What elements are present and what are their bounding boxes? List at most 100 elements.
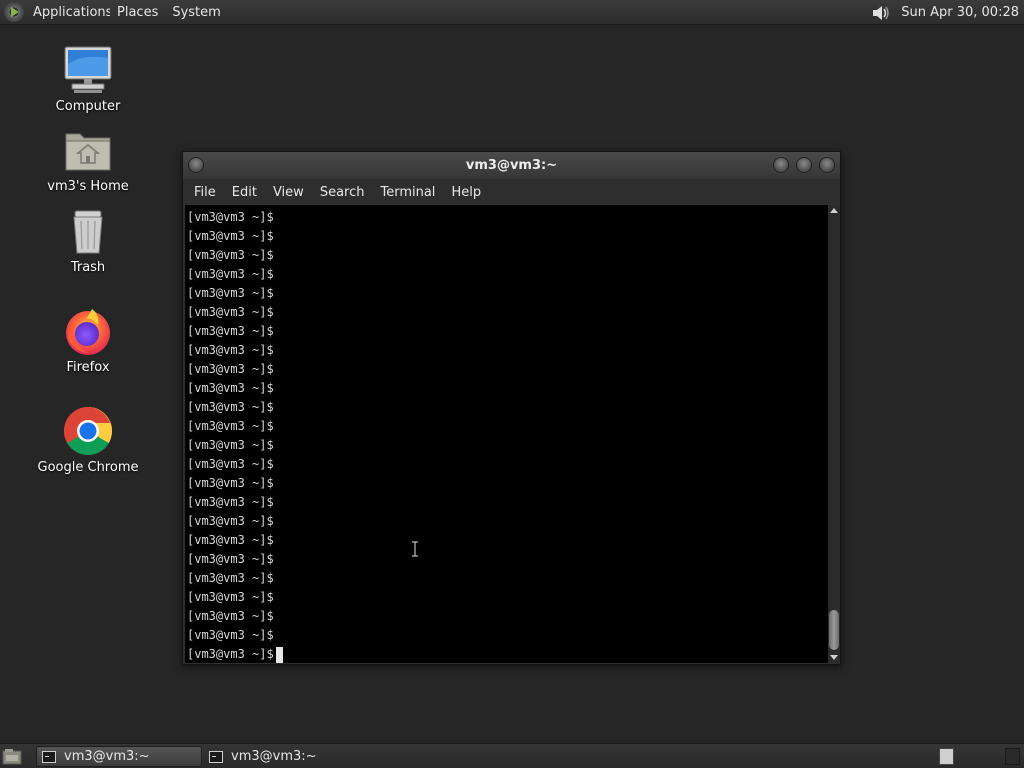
clock[interactable]: Sun Apr 30, 00:28 [901, 5, 1024, 20]
scroll-thumb[interactable] [829, 610, 839, 650]
terminal-line: [vm3@vm3 ~]$ [187, 303, 828, 322]
workspace-1[interactable] [939, 748, 954, 765]
terminal-prompt: [vm3@vm3 ~]$ [187, 647, 274, 661]
terminal-prompt: [vm3@vm3 ~]$ [187, 400, 274, 414]
top-panel: Applications Places System Sun Apr 30, 0… [0, 0, 1024, 25]
terminal-prompt: [vm3@vm3 ~]$ [187, 210, 274, 224]
desktop-icon-firefox[interactable]: Firefox [28, 305, 148, 375]
terminal-line: [vm3@vm3 ~]$ [187, 379, 828, 398]
terminal-line: [vm3@vm3 ~]$ [187, 607, 828, 626]
scroll-down-icon[interactable] [830, 655, 838, 660]
scroll-up-icon[interactable] [830, 208, 838, 213]
applications-logo-icon [4, 2, 24, 22]
trash-icon [73, 210, 103, 254]
terminal-line: [vm3@vm3 ~]$ [187, 645, 828, 663]
firefox-icon [66, 309, 110, 355]
terminal-prompt: [vm3@vm3 ~]$ [187, 381, 274, 395]
desktop-icon-label: Google Chrome [37, 460, 139, 475]
terminal-titlebar[interactable]: vm3@vm3:~ [183, 152, 840, 179]
terminal-line: [vm3@vm3 ~]$ [187, 265, 828, 284]
desktop-icon-trash[interactable]: Trash [28, 207, 148, 275]
terminal-prompt: [vm3@vm3 ~]$ [187, 609, 274, 623]
terminal-line: [vm3@vm3 ~]$ [187, 227, 828, 246]
terminal-prompt: [vm3@vm3 ~]$ [187, 495, 274, 509]
terminal-line: [vm3@vm3 ~]$ [187, 398, 828, 417]
desktop-icon-label: vm3's Home [47, 179, 129, 194]
terminal-line: [vm3@vm3 ~]$ [187, 588, 828, 607]
terminal-prompt: [vm3@vm3 ~]$ [187, 248, 274, 262]
desktop-icon-computer[interactable]: Computer [28, 44, 148, 114]
applications-menu[interactable]: Applications [0, 0, 110, 25]
terminal-line: [vm3@vm3 ~]$ [187, 493, 828, 512]
taskbar-task-terminal-1[interactable]: vm3@vm3:~ [36, 746, 202, 767]
desktop-icon-chrome[interactable]: Google Chrome [28, 405, 148, 475]
terminal-prompt: [vm3@vm3 ~]$ [187, 419, 274, 433]
terminal-icon [42, 750, 56, 763]
terminal-lines: [vm3@vm3 ~]$ [vm3@vm3 ~]$ [vm3@vm3 ~]$ [vm3… [185, 205, 828, 663]
menu-view[interactable]: View [265, 185, 312, 200]
desktop-icon-label: Computer [55, 99, 121, 114]
terminal-prompt: [vm3@vm3 ~]$ [187, 229, 274, 243]
terminal-line: [vm3@vm3 ~]$ [187, 531, 828, 550]
desktop-icon-home[interactable]: vm3's Home [28, 126, 148, 194]
terminal-line: [vm3@vm3 ~]$ [187, 341, 828, 360]
terminal-prompt: [vm3@vm3 ~]$ [187, 514, 274, 528]
terminal-prompt: [vm3@vm3 ~]$ [187, 286, 274, 300]
text-cursor-icon [412, 541, 418, 557]
terminal-line: [vm3@vm3 ~]$ [187, 569, 828, 588]
top-menu: Applications Places System [0, 0, 228, 25]
terminal-prompt: [vm3@vm3 ~]$ [187, 343, 274, 357]
maximize-button[interactable] [796, 157, 812, 173]
terminal-output[interactable]: [vm3@vm3 ~]$ [vm3@vm3 ~]$ [vm3@vm3 ~]$ [vm3… [185, 205, 828, 663]
close-button[interactable] [819, 157, 835, 173]
terminal-prompt: [vm3@vm3 ~]$ [187, 476, 274, 490]
terminal-prompt: [vm3@vm3 ~]$ [187, 267, 274, 281]
task-label: vm3@vm3:~ [231, 749, 317, 764]
terminal-line: [vm3@vm3 ~]$ [187, 322, 828, 341]
applications-menu-label: Applications [33, 4, 110, 20]
desktop-icon-label: Firefox [66, 360, 110, 375]
terminal-prompt: [vm3@vm3 ~]$ [187, 628, 274, 642]
terminal-prompt: [vm3@vm3 ~]$ [187, 362, 274, 376]
terminal-prompt: [vm3@vm3 ~]$ [187, 324, 274, 338]
bottom-panel: vm3@vm3:~ vm3@vm3:~ [0, 743, 1024, 768]
terminal-prompt: [vm3@vm3 ~]$ [187, 438, 274, 452]
window-menu-button[interactable] [188, 157, 204, 173]
terminal-prompt: [vm3@vm3 ~]$ [187, 590, 274, 604]
terminal-line: [vm3@vm3 ~]$ [187, 246, 828, 265]
terminal-line: [vm3@vm3 ~]$ [187, 417, 828, 436]
terminal-line: [vm3@vm3 ~]$ [187, 550, 828, 569]
terminal-icon [209, 750, 223, 763]
workspace-2[interactable] [1005, 748, 1020, 765]
show-desktop-icon[interactable] [2, 748, 22, 765]
system-menu[interactable]: System [165, 0, 227, 25]
terminal-prompt: [vm3@vm3 ~]$ [187, 305, 274, 319]
terminal-window[interactable]: vm3@vm3:~ File Edit View Search Terminal… [182, 151, 841, 665]
menu-edit[interactable]: Edit [224, 185, 265, 200]
chrome-icon [63, 407, 113, 456]
terminal-cursor [275, 646, 283, 663]
terminal-line: [vm3@vm3 ~]$ [187, 626, 828, 645]
menu-help[interactable]: Help [443, 185, 489, 200]
task-label: vm3@vm3:~ [64, 749, 150, 764]
minimize-button[interactable] [773, 157, 789, 173]
terminal-line: [vm3@vm3 ~]$ [187, 455, 828, 474]
home-folder-icon [65, 133, 111, 171]
terminal-line: [vm3@vm3 ~]$ [187, 436, 828, 455]
menu-terminal[interactable]: Terminal [372, 185, 443, 200]
taskbar-task-terminal-2[interactable]: vm3@vm3:~ [204, 746, 370, 767]
terminal-line: [vm3@vm3 ~]$ [187, 474, 828, 493]
terminal-menubar: File Edit View Search Terminal Help [183, 179, 840, 205]
terminal-prompt: [vm3@vm3 ~]$ [187, 533, 274, 547]
computer-icon [64, 46, 112, 93]
volume-icon[interactable] [870, 2, 892, 24]
menu-search[interactable]: Search [312, 185, 373, 200]
terminal-title: vm3@vm3:~ [465, 158, 558, 173]
menu-file[interactable]: File [186, 185, 224, 200]
terminal-prompt: [vm3@vm3 ~]$ [187, 457, 274, 471]
terminal-line: [vm3@vm3 ~]$ [187, 284, 828, 303]
places-menu[interactable]: Places [110, 0, 165, 25]
terminal-line: [vm3@vm3 ~]$ [187, 512, 828, 531]
terminal-line: [vm3@vm3 ~]$ [187, 208, 828, 227]
terminal-scrollbar[interactable] [828, 205, 840, 663]
